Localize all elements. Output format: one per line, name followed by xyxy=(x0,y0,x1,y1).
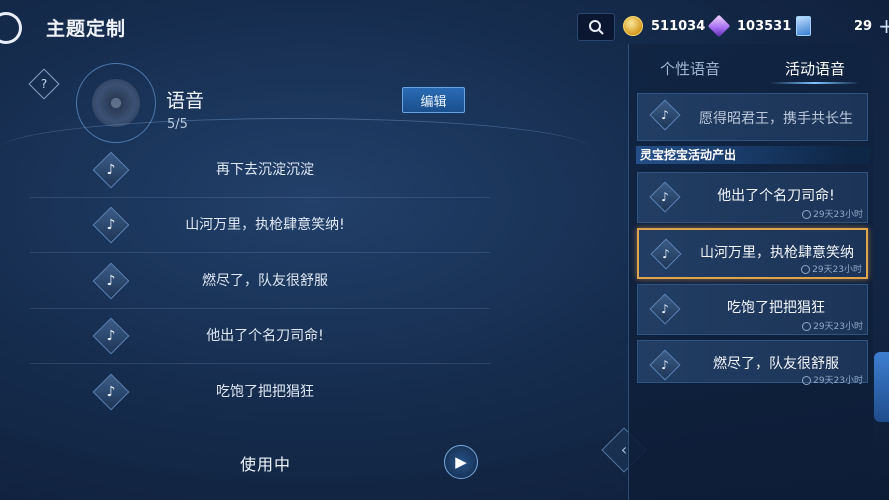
voice-slot[interactable]: ♪ 再下去沉淀沉淀 xyxy=(30,143,490,198)
diamond-gem-icon xyxy=(707,14,731,38)
clock-icon xyxy=(802,210,812,219)
gold-currency: 511034 xyxy=(623,14,705,38)
timer: 29天23小时 xyxy=(802,207,863,220)
voice-list-item-selected[interactable]: ♪ 山河万里，执枪肆意笑纳 29天23小时 xyxy=(637,228,868,279)
music-note-icon: ♪ xyxy=(92,317,130,355)
timer-text: 29天23小时 xyxy=(812,265,862,275)
in-use-status: 使用中 xyxy=(240,455,292,474)
music-note-icon: ♪ xyxy=(649,349,681,381)
add-plus-icon[interactable]: + xyxy=(878,14,889,38)
active-tab-indicator xyxy=(770,82,860,84)
side-scroll-tab[interactable] xyxy=(874,352,889,422)
section-header: 灵宝挖宝活动产出 xyxy=(636,146,870,164)
voice-slot-label: 燃尽了，队友很舒服 xyxy=(202,273,328,289)
voice-list-item[interactable]: ♪ 燃尽了，队友很舒服 29天23小时 xyxy=(637,340,868,386)
voice-list-item[interactable]: ♪ 他出了个名刀司命! 29天23小时 xyxy=(637,172,868,223)
search-button[interactable] xyxy=(577,13,615,41)
music-note-icon: ♪ xyxy=(92,262,130,300)
music-note-icon: ♪ xyxy=(92,151,130,189)
voice-slot-label: 再下去沉淀沉淀 xyxy=(216,162,314,178)
tab-personal-voice[interactable]: 个性语音 xyxy=(660,58,720,79)
diamond-currency: 103531 xyxy=(707,14,792,38)
voice-slot[interactable]: ♪ 山河万里，执枪肆意笑纳! xyxy=(30,198,490,253)
voice-slot-label: 吃饱了把把猖狂 xyxy=(216,384,314,400)
voice-slot-label: 山河万里，执枪肆意笑纳! xyxy=(185,217,345,233)
voice-list-item[interactable]: ♪ 吃饱了把把猖狂 29天23小时 xyxy=(637,284,868,335)
search-icon xyxy=(589,20,604,35)
play-button[interactable]: ▶ xyxy=(444,445,478,479)
timer: 29天23小时 xyxy=(801,262,862,275)
voice-disc-icon xyxy=(92,79,140,127)
back-icon[interactable] xyxy=(0,12,22,44)
voice-item-name: 山河万里，执枪肆意笑纳 xyxy=(700,245,854,261)
card-amount: 29 xyxy=(854,18,873,34)
edit-button[interactable]: 编辑 xyxy=(402,87,465,113)
music-note-icon: ♪ xyxy=(649,181,681,213)
card-ticket-icon xyxy=(796,16,811,36)
play-icon: ▶ xyxy=(455,453,467,471)
timer: 29天23小时 xyxy=(802,319,863,332)
music-note-icon: ♪ xyxy=(649,99,681,131)
timer-text: 29天23小时 xyxy=(813,322,863,332)
timer-text: 29天23小时 xyxy=(813,210,863,220)
voice-item-name: 愿得昭君王，携手共长生 xyxy=(699,111,853,127)
voice-list-item[interactable]: ♪ 愿得昭君王，携手共长生 xyxy=(637,93,868,141)
music-note-icon: ♪ xyxy=(650,238,682,270)
music-note-icon: ♪ xyxy=(92,206,130,244)
tab-event-voice[interactable]: 活动语音 xyxy=(785,58,845,79)
voice-slot[interactable]: ♪ 吃饱了把把猖狂 xyxy=(30,365,490,419)
voice-slot-label: 他出了个名刀司命! xyxy=(206,328,324,344)
gold-amount: 511034 xyxy=(651,18,706,34)
card-currency: 29 + xyxy=(796,14,889,38)
music-note-icon: ♪ xyxy=(649,293,681,325)
voice-slot[interactable]: ♪ 他出了个名刀司命! xyxy=(30,309,490,364)
timer: 29天23小时 xyxy=(802,373,863,386)
diamond-amount: 103531 xyxy=(737,18,792,34)
gold-coin-icon xyxy=(623,16,643,36)
music-note-icon: ♪ xyxy=(92,373,130,411)
voice-slot[interactable]: ♪ 燃尽了，队友很舒服 xyxy=(30,254,490,309)
voice-item-name: 吃饱了把把猖狂 xyxy=(727,300,825,316)
clock-icon xyxy=(801,265,811,274)
clock-icon xyxy=(802,322,812,331)
section-label: 语音 xyxy=(166,90,205,112)
timer-text: 29天23小时 xyxy=(813,376,863,386)
help-icon[interactable]: ? xyxy=(28,68,60,100)
page-title: 主题定制 xyxy=(46,18,127,40)
voice-item-name: 燃尽了，队友很舒服 xyxy=(713,356,839,372)
clock-icon xyxy=(802,376,812,385)
voice-item-name: 他出了个名刀司命! xyxy=(717,188,835,204)
